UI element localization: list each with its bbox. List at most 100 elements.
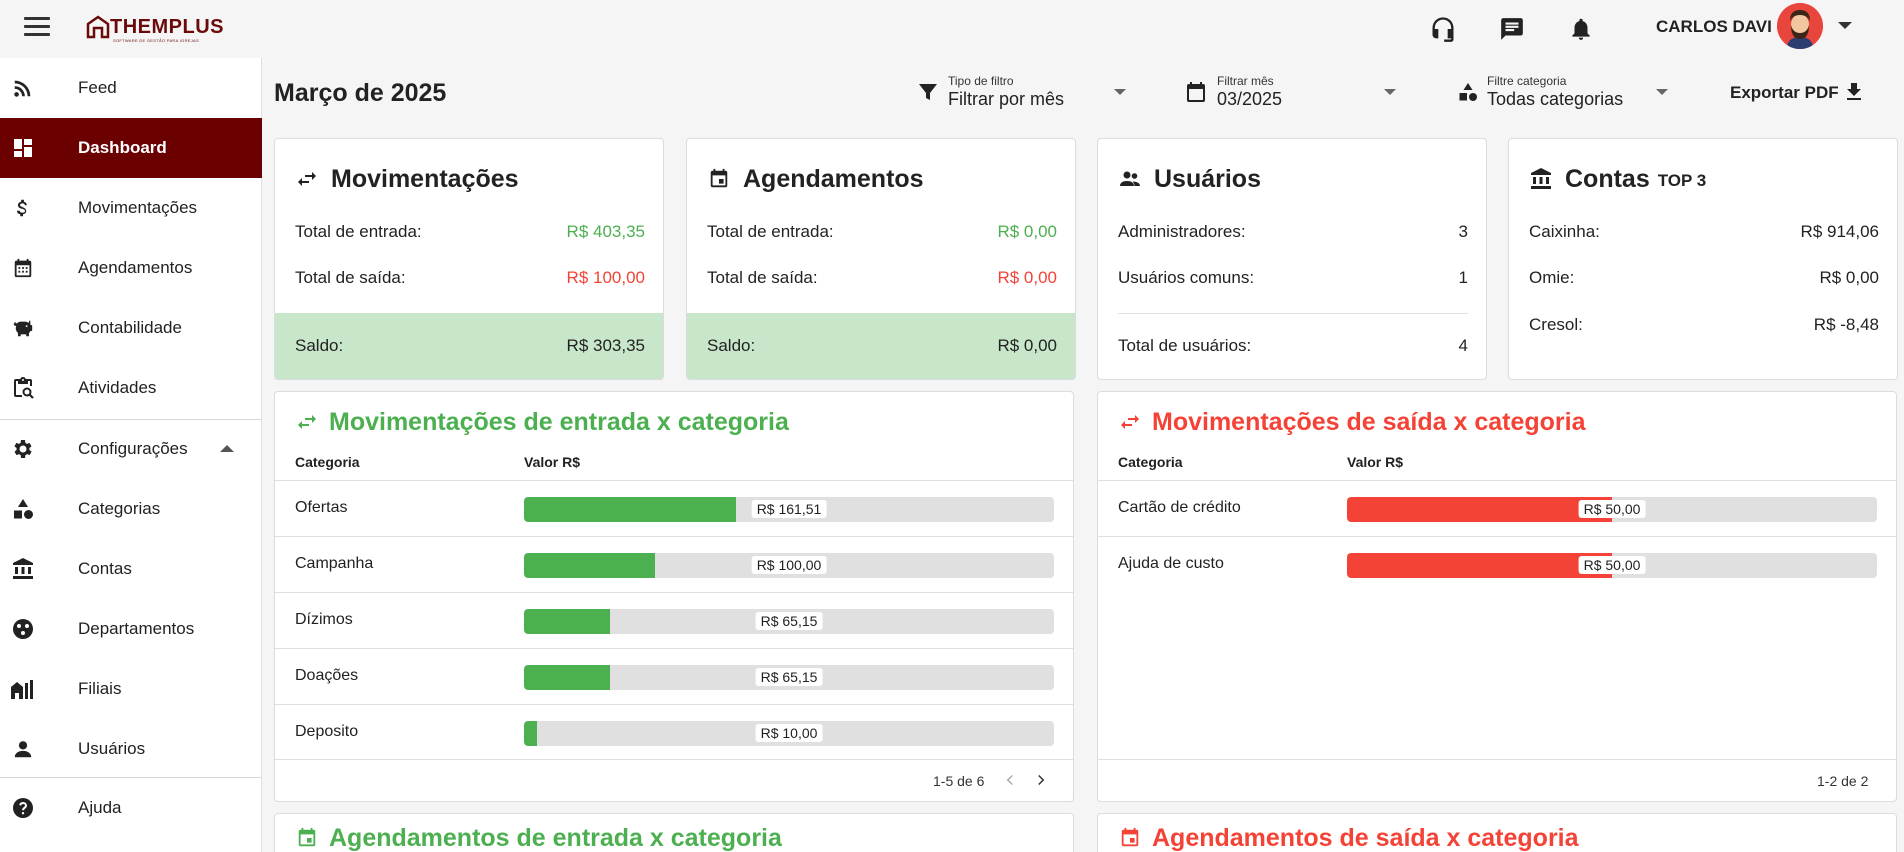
- help-icon: [10, 795, 36, 821]
- progress-bar-value: R$ 50,00: [1578, 556, 1646, 574]
- progress-bar-fill: [524, 553, 656, 578]
- chat-icon[interactable]: [1495, 12, 1529, 46]
- category-name: Deposito: [295, 723, 359, 740]
- conta-row: Cresol: R$ -8,48: [1529, 315, 1879, 334]
- sidebar-item-agendamentos[interactable]: Agendamentos: [0, 238, 262, 298]
- saldo-band: Saldo: R$ 0,00: [687, 313, 1075, 379]
- swap-icon: [295, 410, 319, 434]
- headset-icon[interactable]: [1426, 12, 1460, 46]
- sidebar-item-label: Categorias: [78, 499, 161, 518]
- filter-category-label: Filtre categoria: [1487, 74, 1567, 88]
- branches-icon: [10, 676, 36, 702]
- sidebar-item-label: Filiais: [78, 679, 122, 698]
- panel-entrada-categoria: Movimentações de entrada x categoria Cat…: [274, 391, 1074, 802]
- category-name: Doações: [295, 667, 359, 684]
- sidebar-item-label: Contas: [78, 559, 132, 578]
- filter-type-label: Tipo de filtro: [948, 74, 1014, 88]
- column-header-categoria[interactable]: Categoria: [295, 454, 360, 470]
- logo[interactable]: THEMPLUS SOFTWARE DE GESTÃO PARA IGREJAS: [86, 12, 224, 43]
- menu-icon[interactable]: [24, 17, 50, 37]
- progress-bar-fill: [524, 609, 610, 634]
- progress-bar: R$ 50,00: [1347, 497, 1877, 522]
- entrada-row: Total de entrada: R$ 0,00: [707, 222, 1057, 241]
- sidebar-item-label: Agendamentos: [78, 258, 193, 277]
- filter-category-select[interactable]: Filtre categoria Todas categorias: [1456, 72, 1670, 112]
- card-title: Usuários: [1118, 163, 1261, 195]
- gear-icon: [10, 436, 36, 462]
- sidebar-item-categorias[interactable]: Categorias: [0, 479, 262, 539]
- filter-month-label: Filtrar mês: [1217, 74, 1274, 88]
- avatar[interactable]: [1777, 3, 1823, 49]
- chevron-down-icon: [1384, 89, 1396, 95]
- chevron-left-icon[interactable]: [1001, 771, 1019, 789]
- progress-bar-fill: [524, 721, 538, 746]
- table-row: Ofertas R$ 161,51: [275, 480, 1073, 536]
- comuns-row: Usuários comuns: 1: [1118, 268, 1468, 287]
- progress-bar: R$ 65,15: [524, 609, 1054, 634]
- sidebar-item-feed[interactable]: Feed: [0, 58, 262, 118]
- sidebar-item-atividades[interactable]: Atividades: [0, 358, 262, 418]
- sidebar-item-label: Movimentações: [78, 198, 198, 217]
- saldo-value: R$ 303,35: [566, 336, 645, 355]
- filter-type-select[interactable]: Tipo de filtro Filtrar por mês: [916, 72, 1130, 112]
- sidebar-item-label: Usuários: [78, 739, 146, 758]
- user-name[interactable]: CARLOS DAVI: [1656, 17, 1772, 37]
- rss-icon: [10, 75, 36, 101]
- dashboard-icon: [10, 135, 36, 161]
- sidebar-item-contabilidade[interactable]: Contabilidade: [0, 298, 262, 358]
- table-row: Ajuda de custo R$ 50,00: [1098, 536, 1896, 592]
- calendar-icon: [10, 255, 36, 281]
- panel-saida-categoria: Movimentações de saída x categoria Categ…: [1097, 391, 1897, 802]
- progress-bar-value: R$ 161,51: [751, 500, 827, 518]
- pagination-text: 1-2 de 2: [1817, 773, 1869, 789]
- sidebar-item-label: Feed: [78, 78, 117, 97]
- sidebar-item-label: Atividades: [78, 378, 157, 397]
- conta-row: Caixinha: R$ 914,06: [1529, 222, 1879, 241]
- sidebar-item-movimentacoes[interactable]: Movimentações: [0, 178, 262, 238]
- panel-title: Agendamentos de entrada x categoria: [295, 822, 782, 852]
- event-icon: [707, 167, 731, 191]
- filter-month-select[interactable]: Filtrar mês 03/2025: [1184, 72, 1398, 112]
- download-icon: [1847, 83, 1861, 100]
- sidebar-item-departamentos[interactable]: Departamentos: [0, 599, 262, 659]
- pagination: 1-2 de 2: [1098, 759, 1896, 801]
- sidebar-item-label: Ajuda: [78, 798, 122, 817]
- progress-bar: R$ 65,15: [524, 665, 1054, 690]
- saldo-row: Saldo: R$ 303,35: [295, 336, 645, 355]
- sidebar-item-label: Dashboard: [78, 138, 167, 157]
- progress-bar-value: R$ 65,15: [755, 668, 823, 686]
- chevron-right-icon[interactable]: [1032, 771, 1050, 789]
- calendar-icon: [1187, 82, 1205, 102]
- column-header-valor[interactable]: Valor R$: [524, 454, 580, 470]
- export-pdf-button[interactable]: Exportar PDF: [1718, 76, 1870, 108]
- sidebar-item-ajuda[interactable]: Ajuda: [0, 778, 262, 838]
- column-header-valor[interactable]: Valor R$: [1347, 454, 1403, 470]
- category-name: Cartão de crédito: [1118, 499, 1241, 516]
- user-menu-chevron-icon[interactable]: [1838, 22, 1852, 29]
- entrada-value: R$ 403,35: [566, 222, 645, 241]
- saldo-band: Saldo: R$ 303,35: [275, 313, 663, 379]
- progress-bar-value: R$ 50,00: [1578, 500, 1646, 518]
- sidebar-item-filiais[interactable]: Filiais: [0, 659, 262, 719]
- category-name: Ofertas: [295, 499, 348, 516]
- saldo-row: Saldo: R$ 0,00: [707, 336, 1057, 355]
- progress-bar-fill: [1347, 553, 1612, 578]
- sidebar-item-usuarios[interactable]: Usuários: [0, 719, 262, 779]
- sidebar-item-dashboard[interactable]: Dashboard: [0, 118, 262, 178]
- table-row: Cartão de crédito R$ 50,00: [1098, 480, 1896, 536]
- page-title: Março de 2025: [274, 79, 447, 107]
- bell-icon[interactable]: [1564, 12, 1598, 46]
- progress-bar-value: R$ 10,00: [755, 724, 823, 742]
- column-header-categoria[interactable]: Categoria: [1118, 454, 1183, 470]
- panel-agend-saida-categoria: Agendamentos de saída x categoria: [1097, 813, 1897, 852]
- progress-bar: R$ 161,51: [524, 497, 1054, 522]
- sidebar-item-configuracoes[interactable]: Configurações: [0, 419, 262, 479]
- bank-icon: [10, 556, 36, 582]
- users-icon: [1118, 167, 1142, 191]
- dollar-icon: [10, 195, 36, 221]
- top3-badge: TOP 3: [1657, 171, 1707, 190]
- progress-bar-value: R$ 65,15: [755, 612, 823, 630]
- progress-bar-fill: [524, 665, 610, 690]
- sidebar-item-contas[interactable]: Contas: [0, 539, 262, 599]
- card-title: Agendamentos: [707, 163, 924, 195]
